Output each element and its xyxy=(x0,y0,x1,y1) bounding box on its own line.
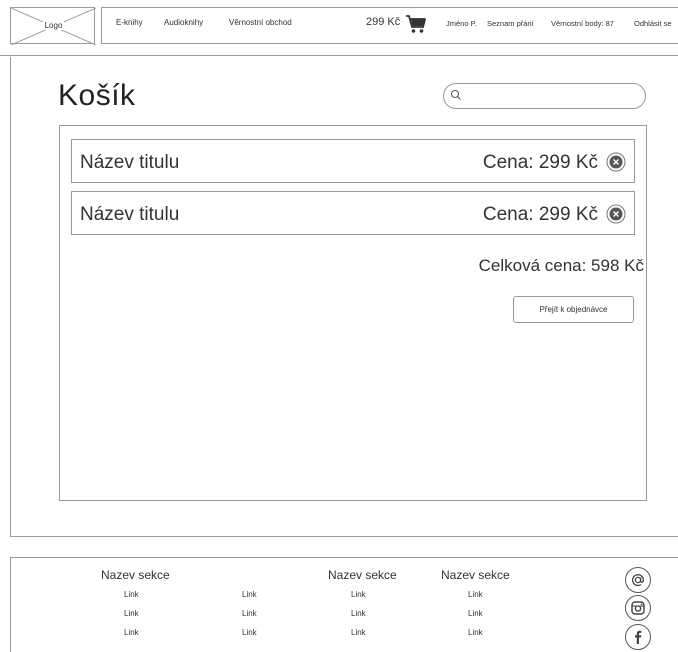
footer-link[interactable]: Link xyxy=(124,590,139,599)
checkout-button[interactable]: Přejít k objednávce xyxy=(513,296,634,323)
nav-ebooks[interactable]: E-knihy xyxy=(116,18,143,27)
nav-loyalty-shop[interactable]: Věrnostní obchod xyxy=(229,18,292,27)
remove-item-icon[interactable] xyxy=(606,152,626,172)
item-price: Cena: 299 Kč xyxy=(482,204,598,225)
cart-list: Název titulu Cena: 299 Kč Název titulu C… xyxy=(59,125,647,501)
item-price: Cena: 299 Kč xyxy=(482,152,598,173)
footer-link[interactable]: Link xyxy=(468,609,483,618)
footer-link[interactable]: Link xyxy=(468,590,483,599)
at-icon[interactable] xyxy=(625,567,651,593)
footer-link[interactable]: Link xyxy=(242,609,257,618)
facebook-icon xyxy=(635,630,642,644)
header: Logo E-knihy Audioknihy Věrnostní obchod… xyxy=(0,0,678,56)
wishlist-link[interactable]: Seznam přání xyxy=(487,19,534,28)
footer-link[interactable]: Link xyxy=(242,590,257,599)
facebook-icon[interactable] xyxy=(625,624,651,650)
footer-section-title: Nazev sekce xyxy=(441,568,510,582)
nav-bar: E-knihy Audioknihy Věrnostní obchod 299 … xyxy=(101,7,678,44)
remove-item-icon[interactable] xyxy=(606,204,626,224)
loyalty-points: Věrnostní body: 87 xyxy=(551,19,614,28)
item-title[interactable]: Název titulu xyxy=(80,204,179,226)
logo[interactable]: Logo xyxy=(10,7,96,45)
search-input[interactable] xyxy=(443,83,646,109)
footer-link[interactable]: Link xyxy=(468,628,483,637)
footer-link[interactable]: Link xyxy=(351,609,366,618)
footer-link[interactable]: Link xyxy=(351,628,366,637)
cart-price: 299 Kč xyxy=(366,16,401,28)
search-icon xyxy=(451,90,461,100)
footer-link[interactable]: Link xyxy=(124,609,139,618)
footer-section-title: Nazev sekce xyxy=(101,568,170,582)
footer-section-title: Nazev sekce xyxy=(328,568,397,582)
logout-link[interactable]: Odhlásit se xyxy=(634,19,672,28)
footer-link[interactable]: Link xyxy=(124,628,139,637)
cart-item: Název titulu Cena: 299 Kč xyxy=(71,191,635,235)
footer: Nazev sekce Nazev sekce Nazev sekce Link… xyxy=(10,557,678,652)
item-title[interactable]: Název titulu xyxy=(80,152,179,174)
page-title: Košík xyxy=(58,79,136,112)
nav-audiobooks[interactable]: Audioknihy xyxy=(164,18,203,27)
instagram-icon[interactable] xyxy=(625,595,651,621)
user-name[interactable]: Jméno P. xyxy=(446,19,477,28)
total-price: Celková cena: 598 Kč xyxy=(478,256,644,275)
cart-item: Název titulu Cena: 299 Kč xyxy=(71,139,635,183)
at-icon xyxy=(631,574,645,587)
cart-icon[interactable] xyxy=(405,14,427,34)
footer-link[interactable]: Link xyxy=(351,590,366,599)
logo-text: Logo xyxy=(42,21,65,30)
footer-link[interactable]: Link xyxy=(242,628,257,637)
main-content: Košík Název titulu Cena: 299 Kč Název ti… xyxy=(10,57,678,537)
instagram-icon xyxy=(631,601,645,615)
